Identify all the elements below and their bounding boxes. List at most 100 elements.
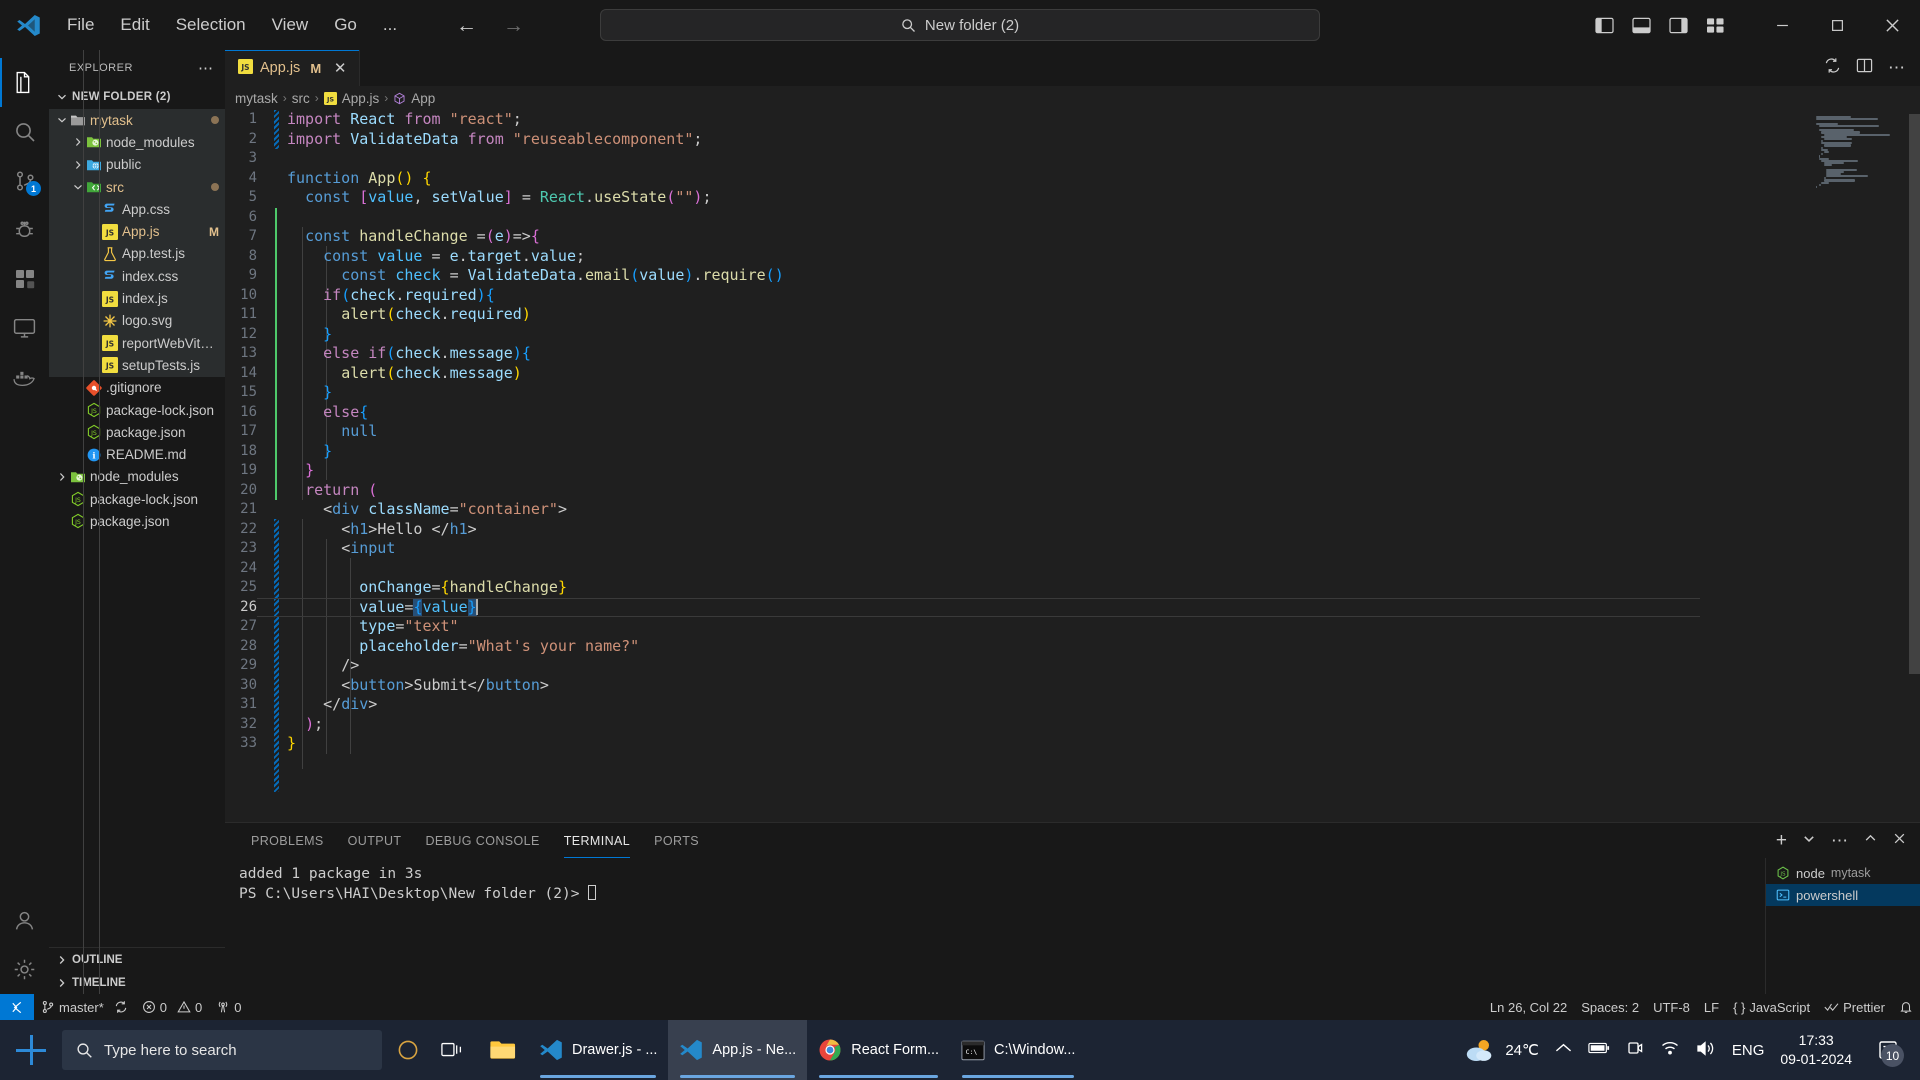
battery-icon[interactable]	[1588, 1041, 1610, 1059]
more-actions-icon[interactable]: ⋯	[1888, 59, 1905, 76]
terminal-output[interactable]: added 1 package in 3s PS C:\Users\HAI\De…	[225, 858, 1765, 994]
menu-more[interactable]: ...	[372, 11, 408, 39]
run-tests-icon[interactable]	[1824, 57, 1841, 79]
code-line-13[interactable]: 13 else if(check.message){	[225, 344, 1810, 364]
customize-layout-icon[interactable]	[1706, 17, 1725, 34]
code-line-28[interactable]: 28 placeholder="What's your name?"	[225, 637, 1810, 657]
status-language-mode[interactable]: { } JavaScript	[1726, 994, 1817, 1020]
menu-selection[interactable]: Selection	[165, 11, 257, 39]
chevron-right-icon[interactable]	[55, 472, 68, 482]
taskbar-item-cmd[interactable]: C:\ C:\Window...	[950, 1020, 1086, 1080]
code-line-21[interactable]: 21 <div className="container">	[225, 500, 1810, 520]
code-line-1[interactable]: 1 import React from "react";	[225, 110, 1810, 130]
code-line-25[interactable]: 25 onChange={handleChange}	[225, 578, 1810, 598]
sidebar-item-run-and-debug[interactable]	[0, 205, 49, 254]
maximize-panel-icon[interactable]	[1864, 832, 1877, 850]
sidebar-item-source-control[interactable]: 1	[0, 156, 49, 205]
code-line-11[interactable]: 11 alert(check.required)	[225, 305, 1810, 325]
arrow-right-icon[interactable]: →	[503, 15, 524, 36]
code-line-31[interactable]: 31 </div>	[225, 695, 1810, 715]
code-line-8[interactable]: 8 const value = e.target.value;	[225, 247, 1810, 267]
tree-item-index-js[interactable]: JS index.js	[49, 287, 225, 310]
section-outline[interactable]: OUTLINE	[49, 948, 225, 971]
wifi-icon[interactable]	[1660, 1040, 1680, 1060]
code-line-16[interactable]: 16 else{	[225, 403, 1810, 423]
file-tree[interactable]: mytask node_modules public src App.css JS App.…	[49, 50, 225, 994]
tree-item-app-css[interactable]: App.css	[49, 198, 225, 221]
code-line-33[interactable]: 33}	[225, 734, 1810, 754]
code-line-19[interactable]: 19 }	[225, 461, 1810, 481]
code-line-10[interactable]: 10 if(check.required){	[225, 286, 1810, 306]
sidebar-item-extensions[interactable]	[0, 254, 49, 303]
language-indicator[interactable]: ENG	[1732, 1042, 1765, 1059]
code-line-14[interactable]: 14 alert(check.message)	[225, 364, 1810, 384]
show-hidden-icons[interactable]	[1555, 1042, 1572, 1059]
sidebar-item-explorer[interactable]	[0, 58, 49, 107]
code-line-5[interactable]: 5 const [value, setValue] = React.useSta…	[225, 188, 1810, 208]
sync-icon[interactable]	[114, 1000, 128, 1014]
sidebar-item-remote-explorer[interactable]	[0, 303, 49, 352]
split-editor-icon[interactable]	[1856, 57, 1873, 79]
panel-more-icon[interactable]: ⋯	[1831, 832, 1848, 849]
tree-item-index-css[interactable]: index.css	[49, 265, 225, 288]
close-icon[interactable]: ✕	[331, 59, 349, 77]
chevron-down-icon[interactable]	[1803, 832, 1815, 850]
tab-output[interactable]: OUTPUT	[336, 823, 414, 858]
tree-item-src[interactable]: src	[49, 175, 225, 199]
code-line-29[interactable]: 29 />	[225, 656, 1810, 676]
clock[interactable]: 17:33 09-01-2024	[1780, 1031, 1852, 1069]
arrow-left-icon[interactable]: ←	[456, 15, 477, 36]
minimize-button[interactable]	[1755, 0, 1810, 50]
tree-item-app-js[interactable]: JS App.js M	[49, 220, 225, 243]
tab-terminal[interactable]: TERMINAL	[552, 823, 642, 858]
tree-item-package-json[interactable]: JS package.json	[49, 421, 225, 443]
start-button[interactable]	[0, 1035, 62, 1065]
code-editor[interactable]: 1 import React from "react"; 2 import Valid…	[225, 110, 1920, 822]
taskbar-item-drawer-js[interactable]: Drawer.js - ...	[528, 1020, 668, 1080]
tree-item--gitignore[interactable]: .gitignore	[49, 377, 225, 399]
status-formatter[interactable]: Prettier	[1817, 994, 1892, 1020]
status-radio-tower[interactable]: 0	[209, 994, 248, 1020]
status-indentation[interactable]: Spaces: 2	[1574, 994, 1646, 1020]
minimap[interactable]	[1810, 110, 1920, 822]
tab-debug-console[interactable]: DEBUG CONSOLE	[413, 823, 551, 858]
task-view-icon[interactable]	[428, 1040, 478, 1061]
code-line-22[interactable]: 22 <h1>Hello </h1>	[225, 520, 1810, 540]
code-line-26[interactable]: 26 value={value}	[225, 597, 1810, 618]
chevron-down-icon[interactable]	[55, 115, 68, 125]
code-line-23[interactable]: 23 <input	[225, 539, 1810, 559]
taskbar-item-app-js[interactable]: App.js - Ne...	[668, 1020, 808, 1080]
tree-item-node-modules[interactable]: node_modules	[49, 131, 225, 154]
new-terminal-icon[interactable]: +	[1776, 831, 1787, 850]
menu-view[interactable]: View	[261, 11, 320, 39]
menu-file[interactable]: File	[56, 11, 105, 39]
code-line-15[interactable]: 15 }	[225, 383, 1810, 403]
code-line-32[interactable]: 32 );	[225, 715, 1810, 735]
tree-item-reportwebvital-[interactable]: JS reportWebVital...	[49, 331, 225, 355]
menu-go[interactable]: Go	[323, 11, 368, 39]
status-eol[interactable]: LF	[1697, 994, 1726, 1020]
cortana-icon[interactable]	[388, 1038, 428, 1062]
tree-item-setuptests-js[interactable]: JS setupTests.js	[49, 354, 225, 377]
status-branch[interactable]: master*	[34, 994, 135, 1020]
terminal-list-item-node[interactable]: JS node mytask	[1766, 862, 1920, 884]
taskbar-item-react-form[interactable]: React Form...	[807, 1020, 950, 1080]
close-panel-icon[interactable]	[1893, 832, 1906, 850]
code-line-17[interactable]: 17 null	[225, 422, 1810, 442]
code-line-18[interactable]: 18 }	[225, 442, 1810, 462]
code-line-30[interactable]: 30 <button>Submit</button>	[225, 676, 1810, 696]
sidebar-item-settings[interactable]	[0, 945, 49, 994]
tree-item-public[interactable]: public	[49, 153, 225, 176]
code-line-20[interactable]: 20 return (	[225, 481, 1810, 501]
tab-problems[interactable]: PROBLEMS	[239, 823, 336, 858]
tab-app-js[interactable]: JS App.js M ✕	[225, 50, 361, 86]
section-timeline[interactable]: TIMELINE	[49, 971, 225, 994]
tab-ports[interactable]: PORTS	[642, 823, 711, 858]
code-line-4[interactable]: 4 function App() {	[225, 169, 1810, 189]
menu-edit[interactable]: Edit	[109, 11, 160, 39]
sidebar-item-docker[interactable]	[0, 352, 49, 401]
status-encoding[interactable]: UTF-8	[1646, 994, 1697, 1020]
tree-item-logo-svg[interactable]: logo.svg	[49, 309, 225, 332]
breadcrumb-src[interactable]: src	[292, 91, 310, 106]
status-problems[interactable]: 0 0	[135, 994, 209, 1020]
